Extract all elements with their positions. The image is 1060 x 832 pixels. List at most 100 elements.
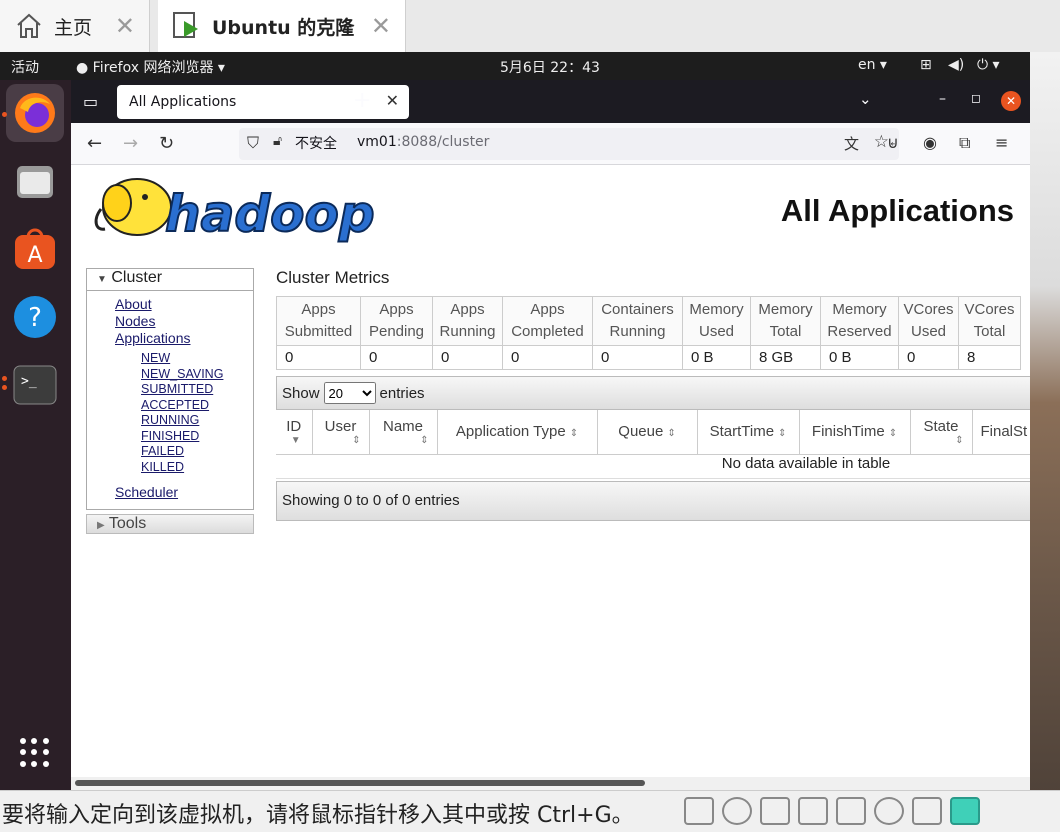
running-indicator bbox=[2, 112, 7, 117]
account-icon[interactable]: ◉ bbox=[923, 133, 937, 152]
state-link-new-saving[interactable]: NEW_SAVING bbox=[141, 367, 253, 383]
close-icon[interactable]: ✕ bbox=[115, 12, 135, 40]
metric-value: 0 bbox=[432, 345, 503, 370]
cd-icon[interactable] bbox=[874, 797, 904, 825]
cluster-section-body: About Nodes Applications NEW NEW_SAVING … bbox=[86, 290, 254, 510]
sort-icon: ⇕ bbox=[420, 434, 429, 446]
firefox-icon: ● bbox=[76, 60, 89, 76]
back-icon[interactable]: ← bbox=[87, 133, 102, 154]
ubuntu-dock: A ? >_ bbox=[0, 80, 71, 832]
scrollbar-thumb[interactable] bbox=[75, 780, 645, 786]
input-language[interactable]: en ▾ bbox=[858, 57, 887, 73]
col-state[interactable]: State ⇕ bbox=[910, 410, 973, 455]
translate-icon[interactable]: 文 bbox=[844, 133, 859, 154]
clock[interactable]: 5月6日 22：43 bbox=[500, 57, 600, 77]
vm-tab-ubuntu[interactable]: Ubuntu 的克隆 ✕ bbox=[158, 0, 406, 52]
list-all-tabs-icon[interactable]: ⌄ bbox=[859, 90, 872, 108]
state-link-killed[interactable]: KILLED bbox=[141, 460, 253, 476]
vm-tab-ubuntu-label: Ubuntu 的克隆 bbox=[212, 16, 355, 39]
state-link-finished[interactable]: FINISHED bbox=[141, 429, 253, 445]
network-icon[interactable]: ⊞ bbox=[920, 57, 932, 73]
url-host: vm01 bbox=[357, 134, 397, 150]
usb-icon[interactable] bbox=[912, 797, 942, 825]
show-label: Show bbox=[282, 384, 320, 402]
metric-header: Apps Completed bbox=[502, 296, 593, 346]
power-icon[interactable]: ⏻ ▾ bbox=[977, 57, 1000, 73]
extensions-icon[interactable]: ⧉ bbox=[959, 133, 970, 153]
printer-icon[interactable] bbox=[798, 797, 828, 825]
cluster-section-header[interactable]: ▼ Cluster bbox=[86, 268, 254, 290]
state-link-accepted[interactable]: ACCEPTED bbox=[141, 398, 253, 414]
metric-value: 0 bbox=[502, 345, 593, 370]
sidebar-link-scheduler[interactable]: Scheduler bbox=[115, 484, 253, 501]
home-icon bbox=[14, 11, 44, 41]
app-menu-label: Firefox 网络浏览器 ▾ bbox=[92, 60, 225, 76]
state-link-submitted[interactable]: SUBMITTED bbox=[141, 382, 253, 398]
tools-label: Tools bbox=[108, 515, 147, 532]
app-menu[interactable]: ● Firefox 网络浏览器 ▾ bbox=[76, 57, 225, 77]
volume-icon[interactable]: ◀) bbox=[948, 57, 964, 73]
applications-table: ID ▼ User ⇕ Name ⇕ Application Type ⇕ Queue ⇕… bbox=[276, 410, 1030, 455]
col-user[interactable]: User ⇕ bbox=[312, 410, 370, 455]
metric-header: VCores Used bbox=[898, 296, 959, 346]
help-icon[interactable]: ? bbox=[6, 288, 64, 346]
state-link-running[interactable]: RUNNING bbox=[141, 413, 253, 429]
new-tab-icon[interactable]: + bbox=[353, 88, 371, 113]
close-tab-icon[interactable]: ✕ bbox=[386, 91, 399, 110]
security-label[interactable]: 不安全 bbox=[295, 133, 337, 153]
horizontal-scrollbar[interactable] bbox=[71, 777, 1030, 790]
hadoop-logo[interactable]: hadoop bbox=[87, 169, 387, 249]
close-icon[interactable]: ✕ bbox=[371, 12, 391, 40]
firefox-icon[interactable] bbox=[6, 84, 64, 142]
close-window-icon[interactable]: ✕ bbox=[1001, 91, 1021, 111]
col-finish-time[interactable]: FinishTime ⇕ bbox=[799, 410, 911, 455]
metrics-header-row: Apps Submitted Apps Pending Apps Running Ap… bbox=[276, 296, 1021, 346]
col-id-label: ID bbox=[286, 417, 302, 435]
files-icon[interactable] bbox=[6, 152, 64, 210]
sidebar-link-applications[interactable]: Applications bbox=[115, 330, 253, 347]
maximize-icon[interactable]: ◻ bbox=[971, 91, 981, 105]
network-adapter-icon[interactable] bbox=[760, 797, 790, 825]
menu-icon[interactable]: ≡ bbox=[995, 133, 1008, 152]
col-final-status[interactable]: FinalSt bbox=[972, 410, 1030, 455]
hard-disk-icon[interactable] bbox=[684, 797, 714, 825]
reload-icon[interactable]: ↻ bbox=[159, 133, 174, 154]
metric-value: 0 bbox=[898, 345, 959, 370]
tab-list-icon[interactable]: ▭ bbox=[83, 92, 98, 111]
metric-value: 8 GB bbox=[750, 345, 821, 370]
col-start-time[interactable]: StartTime ⇕ bbox=[697, 410, 800, 455]
message-log-icon[interactable] bbox=[950, 797, 980, 825]
svg-text:>_: >_ bbox=[21, 374, 37, 389]
minimize-icon[interactable]: – bbox=[939, 91, 946, 107]
pocket-icon[interactable]: ⊌ bbox=[887, 133, 899, 152]
col-application-type[interactable]: Application Type ⇕ bbox=[437, 410, 598, 455]
forward-icon[interactable]: → bbox=[123, 133, 138, 154]
state-link-new[interactable]: NEW bbox=[141, 351, 253, 367]
cd-drive-icon[interactable] bbox=[722, 797, 752, 825]
page-title: All Applications bbox=[780, 193, 1014, 228]
show-applications-icon[interactable] bbox=[20, 738, 50, 768]
sort-icon: ⇕ bbox=[955, 434, 964, 446]
url-text[interactable]: vm01:8088/cluster bbox=[357, 134, 489, 150]
sidebar-link-nodes[interactable]: Nodes bbox=[115, 313, 253, 330]
tab-title: All Applications bbox=[129, 94, 237, 110]
tools-section-header[interactable]: ▶ Tools bbox=[86, 514, 254, 534]
url-bar[interactable]: ⛉ 🔓︎ 不安全 vm01:8088/cluster 文 ☆ bbox=[239, 128, 899, 160]
cluster-label: Cluster bbox=[111, 269, 163, 286]
terminal-icon[interactable]: >_ bbox=[6, 356, 64, 414]
activities-button[interactable]: 活动 bbox=[11, 57, 39, 77]
col-queue[interactable]: Queue ⇕ bbox=[597, 410, 698, 455]
vm-tab-home[interactable]: 主页 ✕ bbox=[0, 0, 150, 52]
sidebar-link-about[interactable]: About bbox=[115, 296, 253, 313]
entries-select[interactable]: 20 bbox=[323, 382, 376, 404]
sound-card-icon[interactable] bbox=[836, 797, 866, 825]
software-center-icon[interactable]: A bbox=[6, 220, 64, 278]
shield-icon[interactable]: ⛉ bbox=[247, 133, 259, 153]
metric-value: 0 bbox=[360, 345, 433, 370]
metric-value: 0 bbox=[276, 345, 361, 370]
col-id[interactable]: ID ▼ bbox=[276, 410, 313, 455]
running-indicator bbox=[2, 376, 7, 381]
col-name[interactable]: Name ⇕ bbox=[369, 410, 438, 455]
col-finish-time-label: FinishTime bbox=[811, 423, 885, 441]
state-link-failed[interactable]: FAILED bbox=[141, 444, 253, 460]
